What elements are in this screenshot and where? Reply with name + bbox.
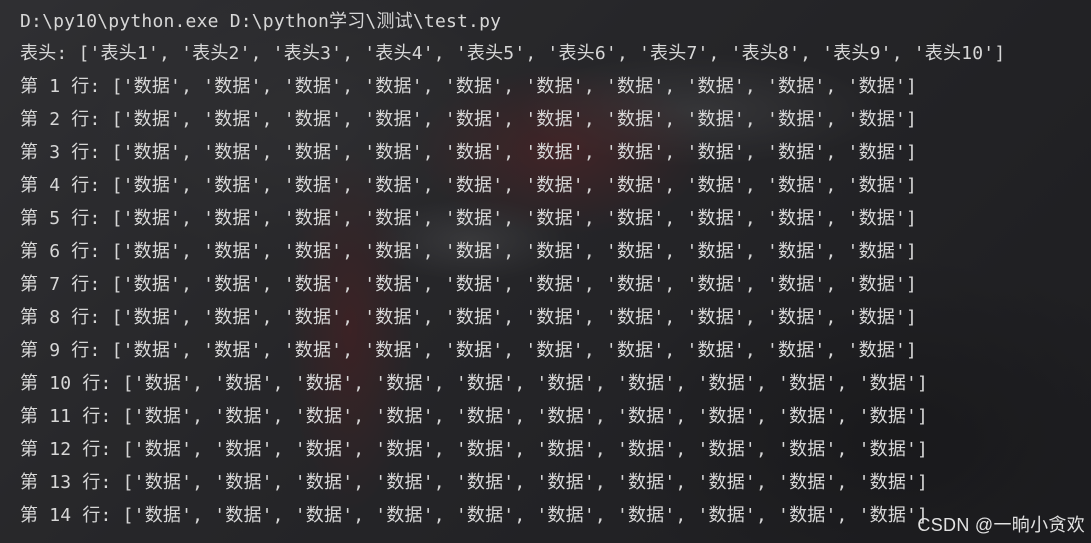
output-row: 第 13 行: ['数据', '数据', '数据', '数据', '数据', '…: [20, 472, 929, 493]
output-row: 第 7 行: ['数据', '数据', '数据', '数据', '数据', '数…: [20, 274, 918, 295]
output-row: 第 10 行: ['数据', '数据', '数据', '数据', '数据', '…: [20, 373, 929, 394]
output-row: 第 4 行: ['数据', '数据', '数据', '数据', '数据', '数…: [20, 175, 918, 196]
console-output[interactable]: D:\py10\python.exe D:\python学习\测试\test.p…: [20, 7, 1091, 543]
output-row: 第 9 行: ['数据', '数据', '数据', '数据', '数据', '数…: [20, 340, 918, 361]
output-row: 第 8 行: ['数据', '数据', '数据', '数据', '数据', '数…: [20, 307, 918, 328]
output-row: 第 1 行: ['数据', '数据', '数据', '数据', '数据', '数…: [20, 76, 918, 97]
output-row: 第 2 行: ['数据', '数据', '数据', '数据', '数据', '数…: [20, 109, 918, 130]
output-row: 第 12 行: ['数据', '数据', '数据', '数据', '数据', '…: [20, 439, 929, 460]
output-row: 第 11 行: ['数据', '数据', '数据', '数据', '数据', '…: [20, 406, 929, 427]
output-row: 第 5 行: ['数据', '数据', '数据', '数据', '数据', '数…: [20, 208, 918, 229]
output-row: 第 3 行: ['数据', '数据', '数据', '数据', '数据', '数…: [20, 142, 918, 163]
output-row: 第 6 行: ['数据', '数据', '数据', '数据', '数据', '数…: [20, 241, 918, 262]
command-line: D:\py10\python.exe D:\python学习\测试\test.p…: [20, 11, 502, 32]
watermark-text: CSDN @一晌小贪欢: [917, 515, 1085, 535]
header-output-line: 表头: ['表头1', '表头2', '表头3', '表头4', '表头5', …: [20, 43, 1006, 64]
